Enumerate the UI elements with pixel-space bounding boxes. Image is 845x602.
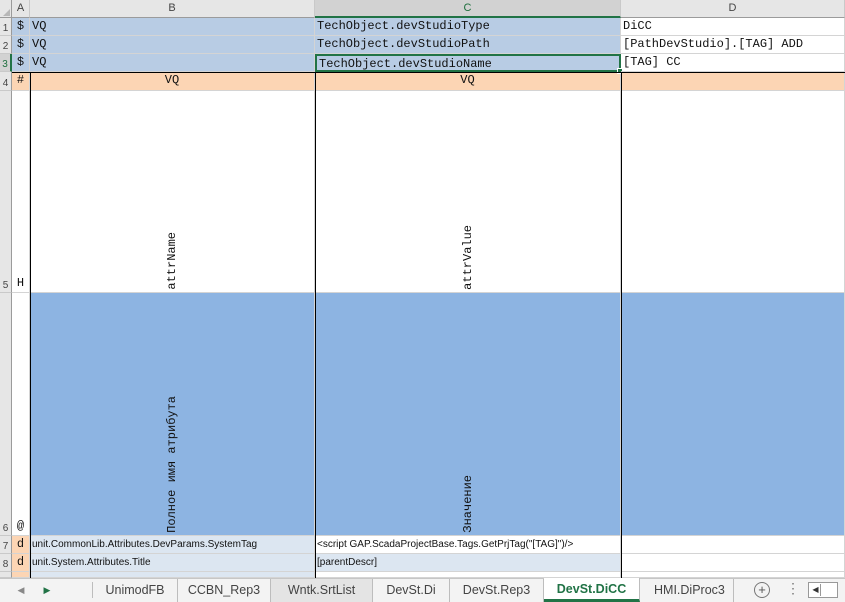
cell-c5[interactable]: attrValue xyxy=(315,91,621,293)
tab-devst-rep3[interactable]: DevSt.Rep3 xyxy=(450,579,544,602)
cell-a8[interactable]: d xyxy=(12,554,30,572)
cell-d3[interactable]: [TAG] CC xyxy=(621,54,845,72)
cell-b2[interactable]: VQ xyxy=(30,36,315,54)
cell-c4[interactable]: VQ xyxy=(315,72,621,91)
border-line-d-left xyxy=(621,72,622,578)
cell-d4[interactable] xyxy=(621,72,845,91)
scroll-tabs-left-icon[interactable]: ◀ xyxy=(14,583,28,597)
cell-c2[interactable]: TechObject.devStudioPath xyxy=(315,36,621,54)
row-header-5[interactable]: 5 xyxy=(0,91,12,293)
cell-a4[interactable]: # xyxy=(12,72,30,91)
cell-d8[interactable] xyxy=(621,554,845,572)
cell-b6[interactable]: Полное имя атрибута xyxy=(30,293,315,536)
cell-d1[interactable]: DiCC xyxy=(621,18,845,36)
border-line-c-left xyxy=(315,72,316,578)
scroll-left-icon[interactable]: ◀ xyxy=(811,584,821,596)
cell-b6-text: Полное имя атрибута xyxy=(165,396,179,533)
column-header-b[interactable]: B xyxy=(30,0,315,18)
cell-b5[interactable]: attrName xyxy=(30,91,315,293)
cell-d2[interactable]: [PathDevStudio].[TAG] ADD xyxy=(621,36,845,54)
row-header-1[interactable]: 1 xyxy=(0,18,12,36)
cell-c7[interactable]: <script GAP.ScadaProjectBase.Tags.GetPrj… xyxy=(315,536,621,554)
cell-a6[interactable]: @ xyxy=(12,293,30,536)
tab-wntk-srtlist[interactable]: Wntk.SrtList xyxy=(271,579,373,602)
scroll-tabs-right-icon[interactable]: ▶ xyxy=(40,583,54,597)
cell-b8[interactable]: unit.System.Attributes.Title xyxy=(30,554,315,572)
cell-a2[interactable]: $ xyxy=(12,36,30,54)
horizontal-scrollbar[interactable]: ◀ xyxy=(808,582,838,598)
cell-c6-text: Значение xyxy=(460,475,475,533)
select-all-corner[interactable] xyxy=(0,0,12,18)
border-line-row4-top xyxy=(12,72,845,73)
tab-hmi-diproc3[interactable]: HMI.DiProc3 xyxy=(640,579,734,602)
cell-a6-text: @ xyxy=(16,519,25,533)
sheet-tab-bar: ◀ ▶ UnimodFB CCBN_Rep3 Wntk.SrtList DevS… xyxy=(0,578,845,602)
row-header-3[interactable]: 3 xyxy=(0,54,12,72)
cell-d5[interactable] xyxy=(621,91,845,293)
cell-a7[interactable]: d xyxy=(12,536,30,554)
cell-b4[interactable]: VQ xyxy=(30,72,315,91)
row-header-6[interactable]: 6 xyxy=(0,293,12,536)
cell-b5-text: attrName xyxy=(165,232,179,290)
cell-c5-text: attrValue xyxy=(460,225,475,290)
tab-devst-di[interactable]: DevSt.Di xyxy=(373,579,450,602)
cell-c8[interactable]: [parentDescr] xyxy=(315,554,621,572)
cell-b7[interactable]: unit.CommonLib.Attributes.DevParams.Syst… xyxy=(30,536,315,554)
cell-a3[interactable]: $ xyxy=(12,54,30,72)
cell-a5-text: H xyxy=(16,276,25,290)
tab-ccbn-rep3[interactable]: CCBN_Rep3 xyxy=(178,579,271,602)
column-header-d[interactable]: D xyxy=(621,0,845,18)
cell-c6[interactable]: Значение xyxy=(315,293,621,536)
row-header-4[interactable]: 4 xyxy=(0,72,12,91)
cell-a1[interactable]: $ xyxy=(12,18,30,36)
column-header-a[interactable]: A xyxy=(12,0,30,18)
cell-c3-active[interactable]: TechObject.devStudioName xyxy=(315,54,621,72)
row-header-8[interactable]: 8 xyxy=(0,554,12,572)
cell-b1[interactable]: VQ xyxy=(30,18,315,36)
tab-devst-dicc[interactable]: DevSt.DiCC xyxy=(544,578,640,602)
cell-c1[interactable]: TechObject.devStudioType xyxy=(315,18,621,36)
add-sheet-icon[interactable]: + xyxy=(754,582,770,598)
cell-a5[interactable]: H xyxy=(12,91,30,293)
cell-d7[interactable] xyxy=(621,536,845,554)
row-header-7[interactable]: 7 xyxy=(0,536,12,554)
column-header-c[interactable]: C xyxy=(315,0,621,18)
tab-unimodfb[interactable]: UnimodFB xyxy=(93,579,178,602)
cell-d6[interactable] xyxy=(621,293,845,536)
cell-b3[interactable]: VQ xyxy=(30,54,315,72)
more-options-icon[interactable]: ⋮ xyxy=(786,580,800,597)
border-line-b-left xyxy=(30,72,31,578)
row-header-2[interactable]: 2 xyxy=(0,36,12,54)
